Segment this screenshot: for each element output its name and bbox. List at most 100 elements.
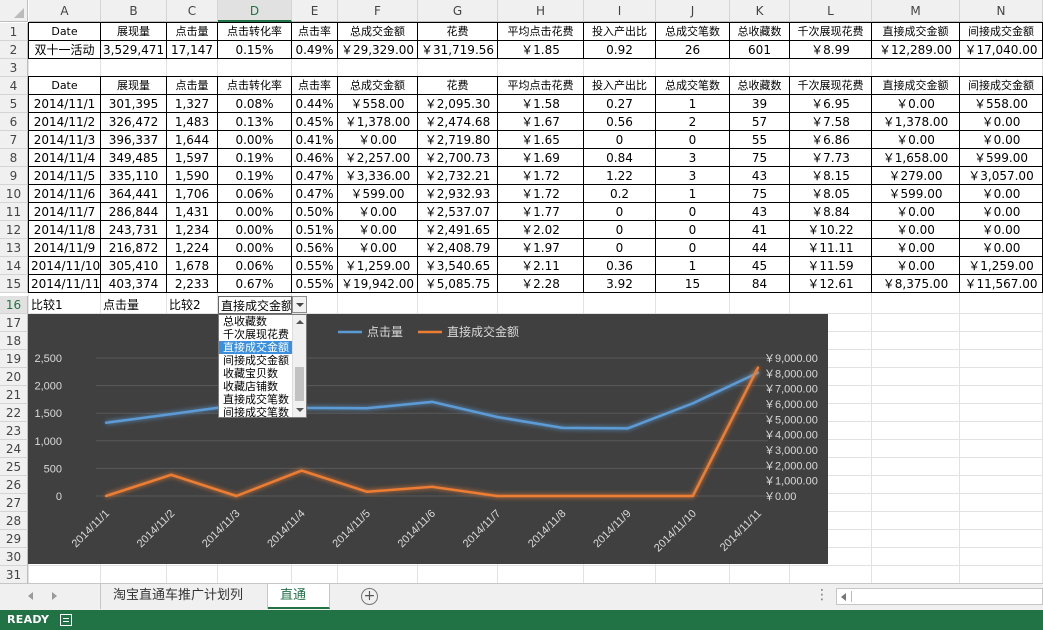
- table-header-cell[interactable]: 直接成交金额: [872, 23, 960, 41]
- table-cell[interactable]: ￥8.15: [790, 167, 872, 185]
- sheet-nav-left-icon[interactable]: [28, 592, 33, 600]
- sheet-tab-ztc[interactable]: 直通车: [268, 584, 330, 627]
- table-cell[interactable]: ￥7.73: [790, 149, 872, 167]
- table-cell[interactable]: 0: [656, 131, 730, 149]
- row-header-28[interactable]: 28: [0, 512, 28, 530]
- row-header-1[interactable]: 1: [0, 23, 28, 41]
- row-header-20[interactable]: 20: [0, 368, 28, 386]
- table-cell[interactable]: ￥0.00: [338, 131, 418, 149]
- table-cell[interactable]: 2014/11/7: [29, 203, 101, 221]
- table-cell[interactable]: 0: [584, 203, 656, 221]
- column-header-a[interactable]: A: [29, 0, 101, 22]
- table-header-cell[interactable]: 总成交金额: [338, 77, 418, 95]
- table-cell[interactable]: 1,590: [167, 167, 218, 185]
- table-header-cell[interactable]: Date: [29, 77, 101, 95]
- table-cell[interactable]: ￥31,719.56: [418, 41, 498, 59]
- table-cell[interactable]: 0.36: [584, 257, 656, 275]
- table-cell[interactable]: 0.56%: [292, 239, 338, 257]
- row-header-21[interactable]: 21: [0, 386, 28, 404]
- row-header-31[interactable]: 31: [0, 566, 28, 583]
- table-header-cell[interactable]: 点击率: [292, 23, 338, 41]
- table-cell[interactable]: 0.56: [584, 113, 656, 131]
- table-cell[interactable]: ￥0.00: [960, 113, 1043, 131]
- sheet-tab-plan-list[interactable]: 淘宝直通车推广计划列表: [100, 584, 268, 627]
- table-cell[interactable]: ￥0.00: [960, 185, 1043, 203]
- table-header-cell[interactable]: 总成交笔数: [656, 23, 730, 41]
- table-cell[interactable]: 1,597: [167, 149, 218, 167]
- table-cell[interactable]: 1: [656, 185, 730, 203]
- table-cell[interactable]: ￥7.58: [790, 113, 872, 131]
- table-cell[interactable]: ￥599.00: [338, 185, 418, 203]
- table-cell[interactable]: ￥0.00: [872, 239, 960, 257]
- row-header-12[interactable]: 12: [0, 221, 28, 239]
- row-header-4[interactable]: 4: [0, 77, 28, 95]
- column-header-i[interactable]: I: [584, 0, 656, 22]
- table-cell[interactable]: 0: [656, 221, 730, 239]
- column-header-m[interactable]: M: [872, 0, 960, 22]
- table-cell[interactable]: 1: [656, 95, 730, 113]
- scroll-down-icon[interactable]: [296, 408, 304, 412]
- table-header-cell[interactable]: 总成交金额: [338, 23, 418, 41]
- table-cell[interactable]: 0.41%: [292, 131, 338, 149]
- table-header-cell[interactable]: 点击率: [292, 77, 338, 95]
- table-cell[interactable]: 601: [730, 41, 790, 59]
- row-header-27[interactable]: 27: [0, 494, 28, 512]
- table-cell[interactable]: ￥599.00: [872, 185, 960, 203]
- table-cell[interactable]: 1,431: [167, 203, 218, 221]
- table-cell[interactable]: 17,147: [167, 41, 218, 59]
- table-cell[interactable]: 0.50%: [292, 203, 338, 221]
- table-cell[interactable]: ￥8,375.00: [872, 275, 960, 293]
- dropdown-option[interactable]: 千次展现花费: [219, 328, 293, 341]
- table-cell[interactable]: 349,485: [101, 149, 167, 167]
- table-cell[interactable]: ￥10.22: [790, 221, 872, 239]
- dropdown-arrow-button[interactable]: [292, 296, 307, 313]
- row-header-18[interactable]: 18: [0, 332, 28, 350]
- table-cell[interactable]: 0.46%: [292, 149, 338, 167]
- table-header-cell[interactable]: 千次展现花费: [790, 77, 872, 95]
- dropdown-option[interactable]: 间接成交笔数: [219, 406, 293, 417]
- table-cell[interactable]: ￥17,040.00: [960, 41, 1043, 59]
- column-header-e[interactable]: E: [292, 0, 338, 22]
- dropdown-option[interactable]: 间接成交金额: [219, 354, 293, 367]
- table-cell[interactable]: 43: [730, 167, 790, 185]
- table-cell[interactable]: ￥0.00: [960, 221, 1043, 239]
- scroll-up-icon[interactable]: [296, 320, 304, 324]
- table-cell[interactable]: ￥2,700.73: [418, 149, 498, 167]
- table-cell[interactable]: 0.49%: [292, 41, 338, 59]
- table-cell[interactable]: 2014/11/9: [29, 239, 101, 257]
- table-cell[interactable]: 45: [730, 257, 790, 275]
- table-cell[interactable]: ￥0.00: [872, 221, 960, 239]
- table-cell[interactable]: ￥3,336.00: [338, 167, 418, 185]
- table-cell[interactable]: ￥1.77: [498, 203, 584, 221]
- dropdown-option[interactable]: 收藏宝贝数: [219, 367, 293, 380]
- scroll-thumb[interactable]: [295, 367, 304, 401]
- table-cell[interactable]: 75: [730, 149, 790, 167]
- table-header-cell[interactable]: 总成交笔数: [656, 77, 730, 95]
- table-header-cell[interactable]: 花费: [418, 23, 498, 41]
- row-header-26[interactable]: 26: [0, 476, 28, 494]
- table-cell[interactable]: ￥2,932.93: [418, 185, 498, 203]
- table-cell[interactable]: ￥0.00: [872, 203, 960, 221]
- row-header-25[interactable]: 25: [0, 458, 28, 476]
- table-cell[interactable]: ￥3,540.65: [418, 257, 498, 275]
- table-header-cell[interactable]: 平均点击花费: [498, 23, 584, 41]
- table-cell[interactable]: ￥0.00: [872, 95, 960, 113]
- row-header-6[interactable]: 6: [0, 113, 28, 131]
- table-cell[interactable]: ￥1,378.00: [338, 113, 418, 131]
- table-cell[interactable]: 216,872: [101, 239, 167, 257]
- table-cell[interactable]: ￥12,289.00: [872, 41, 960, 59]
- table-cell[interactable]: ￥1,378.00: [872, 113, 960, 131]
- table-cell[interactable]: 0.27: [584, 95, 656, 113]
- table-cell[interactable]: ￥2.11: [498, 257, 584, 275]
- table-cell[interactable]: ￥1.69: [498, 149, 584, 167]
- table-header-cell[interactable]: 展现量: [101, 77, 167, 95]
- table-cell[interactable]: ￥1.72: [498, 185, 584, 203]
- table-cell[interactable]: 2: [656, 113, 730, 131]
- row-header-23[interactable]: 23: [0, 422, 28, 440]
- select-all-corner[interactable]: [0, 0, 28, 22]
- table-cell[interactable]: ￥1,658.00: [872, 149, 960, 167]
- column-header-d[interactable]: D: [218, 0, 292, 22]
- column-header-c[interactable]: C: [167, 0, 218, 22]
- table-cell[interactable]: 1,234: [167, 221, 218, 239]
- table-cell[interactable]: ￥2,719.80: [418, 131, 498, 149]
